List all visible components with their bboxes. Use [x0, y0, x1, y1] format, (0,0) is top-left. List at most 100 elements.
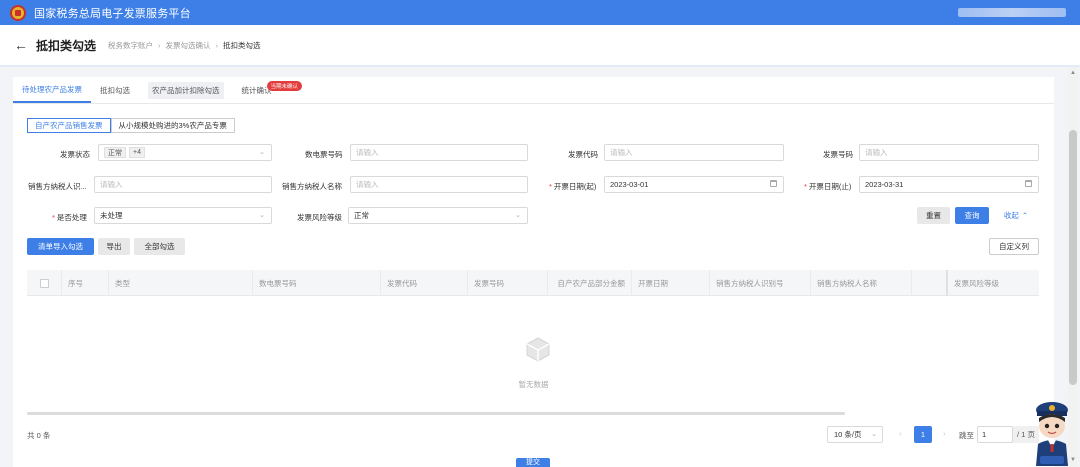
tab-bar: 待处理农产品发票 抵扣勾选 农产品加计扣除勾选 统计确认 当期未确认 [13, 77, 1054, 104]
risk-level-label: 发票风险等级 [297, 213, 342, 222]
seller-name-input[interactable]: 请输入 [350, 176, 528, 193]
select-all-button[interactable]: 全部勾选 [134, 238, 185, 255]
invoice-type-switch: 自产农产品销售发票 从小规模处购进的3%农产品专票 [27, 118, 235, 133]
tax-officer-mascot-icon[interactable] [1028, 400, 1076, 466]
select-value: 未处理 [100, 211, 123, 220]
horizontal-scrollbar[interactable] [27, 412, 845, 415]
label-text: 是否处理 [56, 213, 87, 222]
breadcrumb-separator-icon: › [215, 40, 219, 50]
chevron-down-icon: ⌄ [259, 149, 265, 156]
app-title: 国家税务总局电子发票服务平台 [34, 7, 191, 20]
invoice-code-input[interactable]: 请输入 [604, 144, 784, 161]
col-issue-date[interactable]: 开票日期 [631, 270, 709, 296]
col-seller-tax-id[interactable]: 销售方纳税人识别号 [709, 270, 810, 296]
export-button[interactable]: 导出 [98, 238, 130, 255]
date-from-picker[interactable]: 2023-03-01 [604, 176, 784, 193]
seller-tax-id-label: 销售方纳税人识... [28, 182, 87, 191]
import-list-button[interactable]: 清单导入勾选 [27, 238, 94, 255]
subtab-self-produced-sales[interactable]: 自产农产品销售发票 [27, 118, 111, 133]
reset-button[interactable]: 重置 [917, 207, 950, 224]
processed-label: * 是否处理 [52, 213, 87, 222]
label-text: 开票日期(起) [553, 182, 597, 191]
breadcrumb-item[interactable]: 发票勾选确认 [166, 40, 211, 51]
main-card: 待处理农产品发票 抵扣勾选 农产品加计扣除勾选 统计确认 当期未确认 自产农产品… [13, 77, 1054, 467]
collapse-label: 收起 [1003, 211, 1019, 220]
status-tag: 正常 [104, 147, 126, 158]
col-invoice-code[interactable]: 发票代码 [380, 270, 467, 296]
custom-columns-button[interactable]: 自定义列 [989, 238, 1039, 255]
user-info-blurred[interactable] [958, 8, 1066, 17]
tab-label: 待处理农产品发票 [22, 84, 82, 94]
risk-level-select[interactable]: 正常 ⌄ [348, 207, 528, 224]
date-value: 2023-03-01 [610, 180, 649, 189]
chevron-up-icon: ⌃ [1021, 211, 1029, 220]
empty-state-text: 暂无数据 [518, 380, 549, 389]
col-blank [911, 270, 946, 296]
scroll-up-icon[interactable]: ▲ [1069, 69, 1077, 77]
seller-tax-id-input[interactable]: 请输入 [94, 176, 272, 193]
table-header: 序号 类型 数电票号码 发票代码 发票号码 自产农产品部分金额 开票日期 销售方… [27, 270, 1039, 296]
col-risk-level[interactable]: 发票风险等级 [946, 270, 1039, 296]
vertical-scrollbar-thumb[interactable] [1069, 130, 1077, 385]
jump-page-input[interactable]: 1 [977, 426, 1013, 443]
prev-page-icon[interactable]: ‹ [899, 429, 902, 438]
chevron-down-icon: ⌄ [871, 431, 877, 438]
tab-label: 农产品加计扣除勾选 [148, 81, 224, 99]
col-index[interactable]: 序号 [61, 270, 108, 296]
invoice-no-label: 发票号码 [823, 150, 853, 159]
next-page-icon[interactable]: › [943, 429, 946, 438]
page-1-button[interactable]: 1 [914, 426, 932, 443]
jump-label: 跳至 [959, 431, 974, 440]
top-bar: 国家税务总局电子发票服务平台 [0, 0, 1080, 25]
select-all-checkbox-cell[interactable] [27, 270, 61, 296]
tab-agri-extra-deduction[interactable]: 农产品加计扣除勾选 [139, 77, 233, 103]
breadcrumb-item[interactable]: 税务数字账户 [108, 40, 153, 51]
col-self-produced-amount[interactable]: 自产农产品部分金额 [547, 270, 631, 296]
total-count: 共 0 条 [27, 431, 51, 440]
page-header: ← 抵扣类勾选 税务数字账户 › 发票勾选确认 › 抵扣类勾选 [0, 25, 1080, 67]
query-button[interactable]: 查询 [955, 207, 989, 224]
status-more-tag: +4 [129, 147, 145, 158]
checkbox[interactable] [39, 278, 49, 288]
date-to-picker[interactable]: 2023-03-31 [859, 176, 1039, 193]
select-value: 正常 [354, 211, 369, 220]
date-value: 2023-03-31 [865, 180, 904, 189]
invoice-code-label: 发票代码 [568, 150, 598, 159]
calendar-icon [770, 180, 777, 187]
col-e-invoice-no[interactable]: 数电票号码 [252, 270, 380, 296]
back-arrow-icon[interactable]: ← [14, 37, 28, 53]
tab-label: 抵扣勾选 [100, 85, 130, 95]
breadcrumb-current: 抵扣类勾选 [223, 40, 261, 50]
e-invoice-no-input[interactable]: 请输入 [350, 144, 528, 161]
breadcrumb-separator-icon: › [158, 40, 161, 50]
date-to-label: * 开票日期(止) [804, 182, 852, 191]
chevron-down-icon: ⌄ [515, 212, 521, 219]
tab-pending-agri-invoices[interactable]: 待处理农产品发票 [13, 77, 91, 103]
empty-box-icon [526, 337, 550, 362]
tab-statistics-confirm[interactable]: 统计确认 当期未确认 [233, 77, 303, 103]
submit-button[interactable]: 提交 [516, 458, 550, 467]
page-title: 抵扣类勾选 [36, 38, 97, 53]
collapse-button[interactable]: 收起 ⌃ [997, 207, 1035, 224]
label-text: 开票日期(止) [808, 182, 852, 191]
tax-emblem-icon [10, 4, 26, 21]
date-from-label: * 开票日期(起) [549, 182, 597, 191]
tab-deduction-select[interactable]: 抵扣勾选 [91, 77, 139, 103]
seller-name-label: 销售方纳税人名称 [282, 182, 342, 191]
placeholder: 请输入 [100, 180, 123, 189]
col-invoice-no[interactable]: 发票号码 [467, 270, 547, 296]
col-type[interactable]: 类型 [108, 270, 252, 296]
invoice-status-select[interactable]: 正常 +4 ⌄ [98, 144, 272, 161]
e-invoice-no-label: 数电票号码 [305, 150, 343, 159]
page-size-select[interactable]: 10 条/页 ⌄ [827, 426, 883, 443]
col-seller-name[interactable]: 销售方纳税人名称 [810, 270, 911, 296]
placeholder: 请输入 [356, 180, 379, 189]
invoice-status-label: 发票状态 [60, 150, 90, 159]
breadcrumb: 税务数字账户 › 发票勾选确认 › 抵扣类勾选 [108, 40, 266, 51]
placeholder: 请输入 [610, 148, 633, 157]
chevron-down-icon: ⌄ [259, 212, 265, 219]
processed-select[interactable]: 未处理 ⌄ [94, 207, 272, 224]
subtab-small-scale-3pct[interactable]: 从小规模处购进的3%农产品专票 [110, 118, 235, 133]
invoice-no-input[interactable]: 请输入 [859, 144, 1039, 161]
unconfirmed-badge: 当期未确认 [266, 81, 303, 91]
